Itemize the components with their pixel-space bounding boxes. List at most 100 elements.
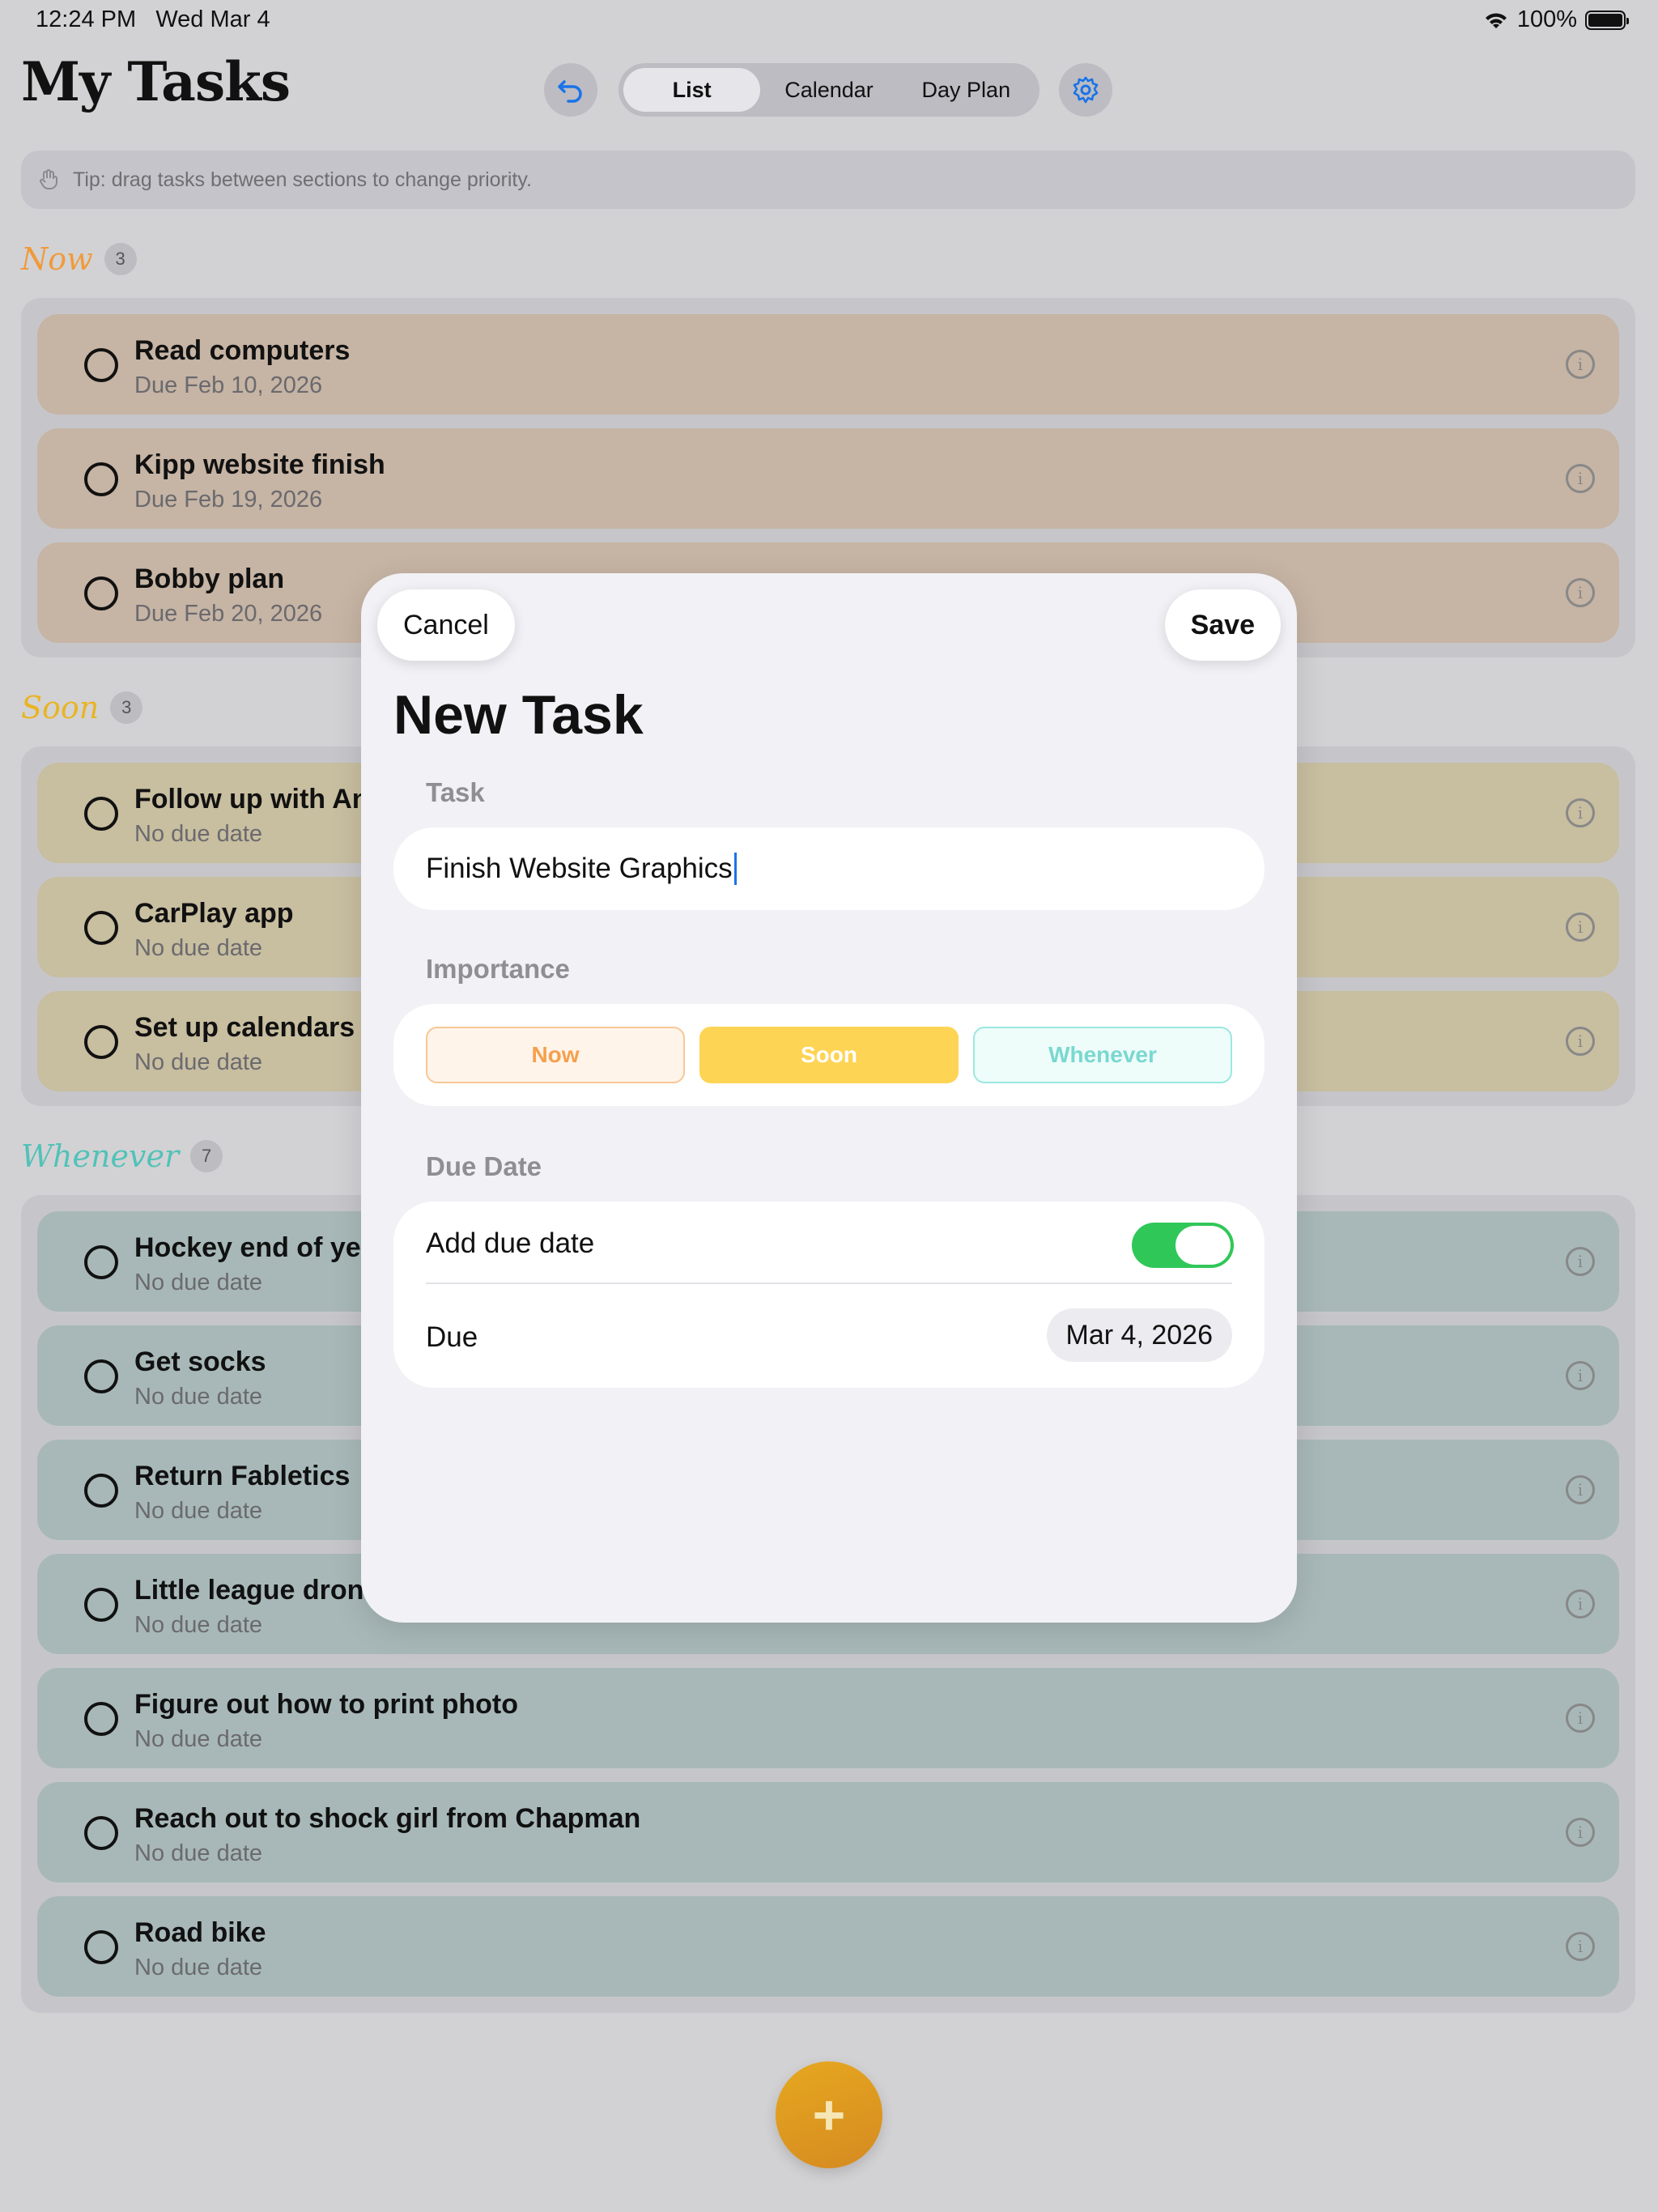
task-name-value: Finish Website Graphics bbox=[426, 853, 733, 884]
info-icon[interactable]: i bbox=[1566, 1475, 1595, 1504]
add-due-date-label: Add due date bbox=[426, 1227, 595, 1259]
gear-icon bbox=[1073, 76, 1099, 104]
info-icon[interactable]: i bbox=[1566, 1704, 1595, 1733]
info-icon[interactable]: i bbox=[1566, 1932, 1595, 1961]
importance-picker: Now Soon Whenever bbox=[393, 1004, 1265, 1106]
save-button[interactable]: Save bbox=[1164, 589, 1281, 661]
task-title: Bobby plan bbox=[134, 564, 285, 594]
task-due: No due date bbox=[134, 1384, 263, 1410]
task-row[interactable]: Reach out to shock girl from Chapman No … bbox=[37, 1782, 1619, 1882]
complete-checkbox[interactable] bbox=[84, 462, 118, 496]
section-title-soon: Soon bbox=[21, 690, 100, 725]
status-time: 12:24 PM Wed Mar 4 bbox=[36, 6, 270, 33]
tab-calendar[interactable]: Calendar bbox=[760, 68, 897, 112]
due-date-label: Due Date bbox=[426, 1151, 542, 1181]
complete-checkbox[interactable] bbox=[84, 797, 118, 831]
info-icon[interactable]: i bbox=[1566, 1818, 1595, 1847]
task-due: Due Feb 20, 2026 bbox=[134, 601, 323, 627]
info-icon[interactable]: i bbox=[1566, 1589, 1595, 1619]
info-icon[interactable]: i bbox=[1566, 350, 1595, 379]
info-icon[interactable]: i bbox=[1566, 578, 1595, 607]
battery-icon bbox=[1585, 10, 1629, 30]
task-row[interactable]: Figure out how to print photo No due dat… bbox=[37, 1668, 1619, 1768]
task-due: No due date bbox=[134, 1612, 263, 1638]
add-task-button[interactable]: + bbox=[776, 2061, 882, 2168]
task-due: No due date bbox=[134, 821, 263, 847]
undo-button[interactable] bbox=[544, 63, 597, 117]
task-label: Task bbox=[426, 777, 485, 807]
task-name-field[interactable]: Finish Website Graphics bbox=[393, 827, 1265, 910]
complete-checkbox[interactable] bbox=[84, 911, 118, 945]
count-badge-soon: 3 bbox=[110, 691, 143, 724]
task-title: Kipp website finish bbox=[134, 449, 385, 480]
tab-day-plan[interactable]: Day Plan bbox=[898, 68, 1035, 112]
cancel-button[interactable]: Cancel bbox=[377, 589, 515, 661]
info-icon[interactable]: i bbox=[1566, 798, 1595, 827]
complete-checkbox[interactable] bbox=[84, 1474, 118, 1508]
task-title: CarPlay app bbox=[134, 898, 294, 929]
plus-icon: + bbox=[812, 2083, 846, 2146]
section-title-whenever: Whenever bbox=[21, 1138, 180, 1174]
section-title-now: Now bbox=[21, 241, 93, 277]
task-title: Get socks bbox=[134, 1346, 266, 1377]
complete-checkbox[interactable] bbox=[84, 1025, 118, 1059]
complete-checkbox[interactable] bbox=[84, 576, 118, 610]
complete-checkbox[interactable] bbox=[84, 1816, 118, 1850]
count-badge-whenever: 7 bbox=[190, 1140, 223, 1172]
due-row-label: Due bbox=[426, 1321, 478, 1353]
task-due: Due Feb 19, 2026 bbox=[134, 487, 323, 513]
section-header-whenever: Whenever 7 bbox=[21, 1138, 223, 1174]
task-title: Return Fabletics bbox=[134, 1461, 351, 1491]
task-row[interactable]: Road bike No due date i bbox=[37, 1896, 1619, 1997]
complete-checkbox[interactable] bbox=[84, 348, 118, 382]
complete-checkbox[interactable] bbox=[84, 1702, 118, 1736]
due-date-picker[interactable]: Mar 4, 2026 bbox=[1046, 1308, 1232, 1362]
status-clock: 12:24 PM bbox=[36, 6, 137, 32]
task-title: Read computers bbox=[134, 335, 351, 366]
section-header-now: Now 3 bbox=[21, 241, 137, 277]
task-title: Road bike bbox=[134, 1917, 266, 1948]
info-icon[interactable]: i bbox=[1566, 1361, 1595, 1390]
task-title: Hockey end of yea bbox=[134, 1232, 376, 1263]
task-due: No due date bbox=[134, 1840, 263, 1866]
complete-checkbox[interactable] bbox=[84, 1588, 118, 1622]
task-due: No due date bbox=[134, 1498, 263, 1524]
battery-percent: 100% bbox=[1516, 6, 1577, 32]
info-icon[interactable]: i bbox=[1566, 912, 1595, 942]
task-due: No due date bbox=[134, 935, 263, 961]
info-icon[interactable]: i bbox=[1566, 1027, 1595, 1056]
importance-soon-button[interactable]: Soon bbox=[699, 1027, 959, 1083]
task-due: No due date bbox=[134, 1270, 263, 1295]
task-title: Follow up with An bbox=[134, 784, 369, 815]
status-date: Wed Mar 4 bbox=[155, 6, 270, 32]
task-title: Reach out to shock girl from Chapman bbox=[134, 1803, 641, 1834]
importance-whenever-button[interactable]: Whenever bbox=[973, 1027, 1232, 1083]
tab-list[interactable]: List bbox=[623, 68, 761, 112]
complete-checkbox[interactable] bbox=[84, 1359, 118, 1393]
due-date-card: Add due date Due Mar 4, 2026 bbox=[393, 1202, 1265, 1388]
importance-now-button[interactable]: Now bbox=[426, 1027, 685, 1083]
add-due-date-toggle[interactable] bbox=[1132, 1223, 1234, 1268]
task-row[interactable]: Kipp website finish Due Feb 19, 2026 i bbox=[37, 428, 1619, 529]
task-due: Due Feb 10, 2026 bbox=[134, 372, 323, 398]
info-icon[interactable]: i bbox=[1566, 464, 1595, 493]
complete-checkbox[interactable] bbox=[84, 1930, 118, 1964]
new-task-sheet: Cancel Save New Task Task Finish Website… bbox=[361, 573, 1297, 1623]
status-indicators: 100% bbox=[1483, 6, 1629, 33]
section-header-soon: Soon 3 bbox=[21, 690, 143, 725]
count-badge-now: 3 bbox=[104, 243, 137, 275]
info-icon[interactable]: i bbox=[1566, 1247, 1595, 1276]
task-title: Set up calendars i bbox=[134, 1012, 370, 1043]
text-caret bbox=[733, 853, 737, 885]
task-due: No due date bbox=[134, 1049, 263, 1075]
tip-banner: Tip: drag tasks between sections to chan… bbox=[21, 151, 1635, 209]
settings-button[interactable] bbox=[1059, 63, 1112, 117]
divider bbox=[426, 1283, 1232, 1284]
complete-checkbox[interactable] bbox=[84, 1245, 118, 1279]
task-name-input[interactable]: Finish Website Graphics bbox=[426, 827, 737, 910]
task-row[interactable]: Read computers Due Feb 10, 2026 i bbox=[37, 314, 1619, 415]
tip-text: Tip: drag tasks between sections to chan… bbox=[73, 168, 532, 191]
drag-hand-icon bbox=[40, 169, 57, 190]
page-title: My Tasks bbox=[21, 50, 291, 113]
view-switcher: List Calendar Day Plan bbox=[619, 63, 1039, 117]
